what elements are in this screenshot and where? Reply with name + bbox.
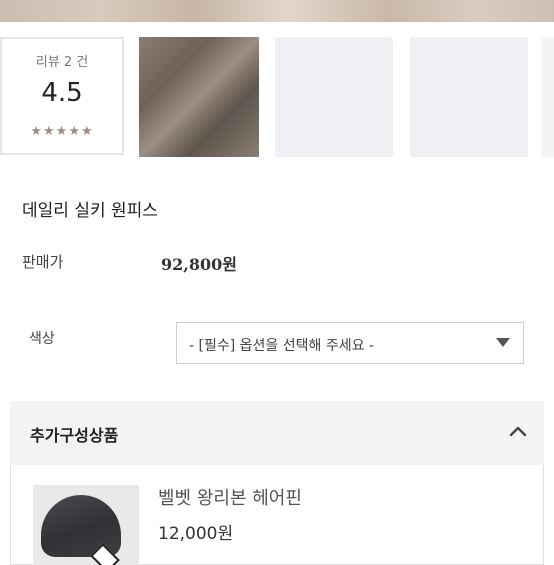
addon-section-header[interactable]: 추가구성상품 bbox=[10, 401, 544, 465]
color-label: 색상 bbox=[29, 331, 55, 347]
review-thumbnail-1[interactable] bbox=[139, 37, 259, 157]
chevron-up-icon[interactable] bbox=[508, 421, 528, 441]
triangle-down-icon bbox=[496, 338, 510, 347]
product-image-top bbox=[0, 0, 554, 22]
review-thumbnail-4[interactable] bbox=[541, 37, 554, 157]
review-thumbnail-3[interactable] bbox=[410, 37, 528, 157]
price-value: 92,800원 bbox=[161, 255, 237, 274]
rating-stars-icon: ★★★★★ bbox=[30, 124, 94, 139]
review-summary[interactable]: 리뷰 2 건 4.5 ★★★★★ bbox=[0, 37, 124, 155]
addon-section-title: 추가구성상품 bbox=[30, 426, 119, 445]
review-thumbnail-2[interactable] bbox=[275, 37, 393, 157]
addon-item-image[interactable] bbox=[33, 485, 139, 565]
addon-item-price: 12,000원 bbox=[158, 524, 234, 544]
price-label: 판매가 bbox=[22, 253, 64, 271]
select-placeholder: - [필수] 옵션을 선택해 주세요 - bbox=[189, 338, 374, 354]
product-title: 데일리 실키 원피스 bbox=[22, 201, 158, 221]
review-score: 4.5 bbox=[41, 78, 83, 108]
color-option-select[interactable]: - [필수] 옵션을 선택해 주세요 - bbox=[176, 322, 524, 364]
addon-item[interactable]: 벨벳 왕리본 헤어핀 12,000원 bbox=[10, 465, 544, 565]
review-count: 리뷰 2 건 bbox=[35, 55, 89, 70]
addon-item-name[interactable]: 벨벳 왕리본 헤어핀 bbox=[158, 484, 302, 510]
